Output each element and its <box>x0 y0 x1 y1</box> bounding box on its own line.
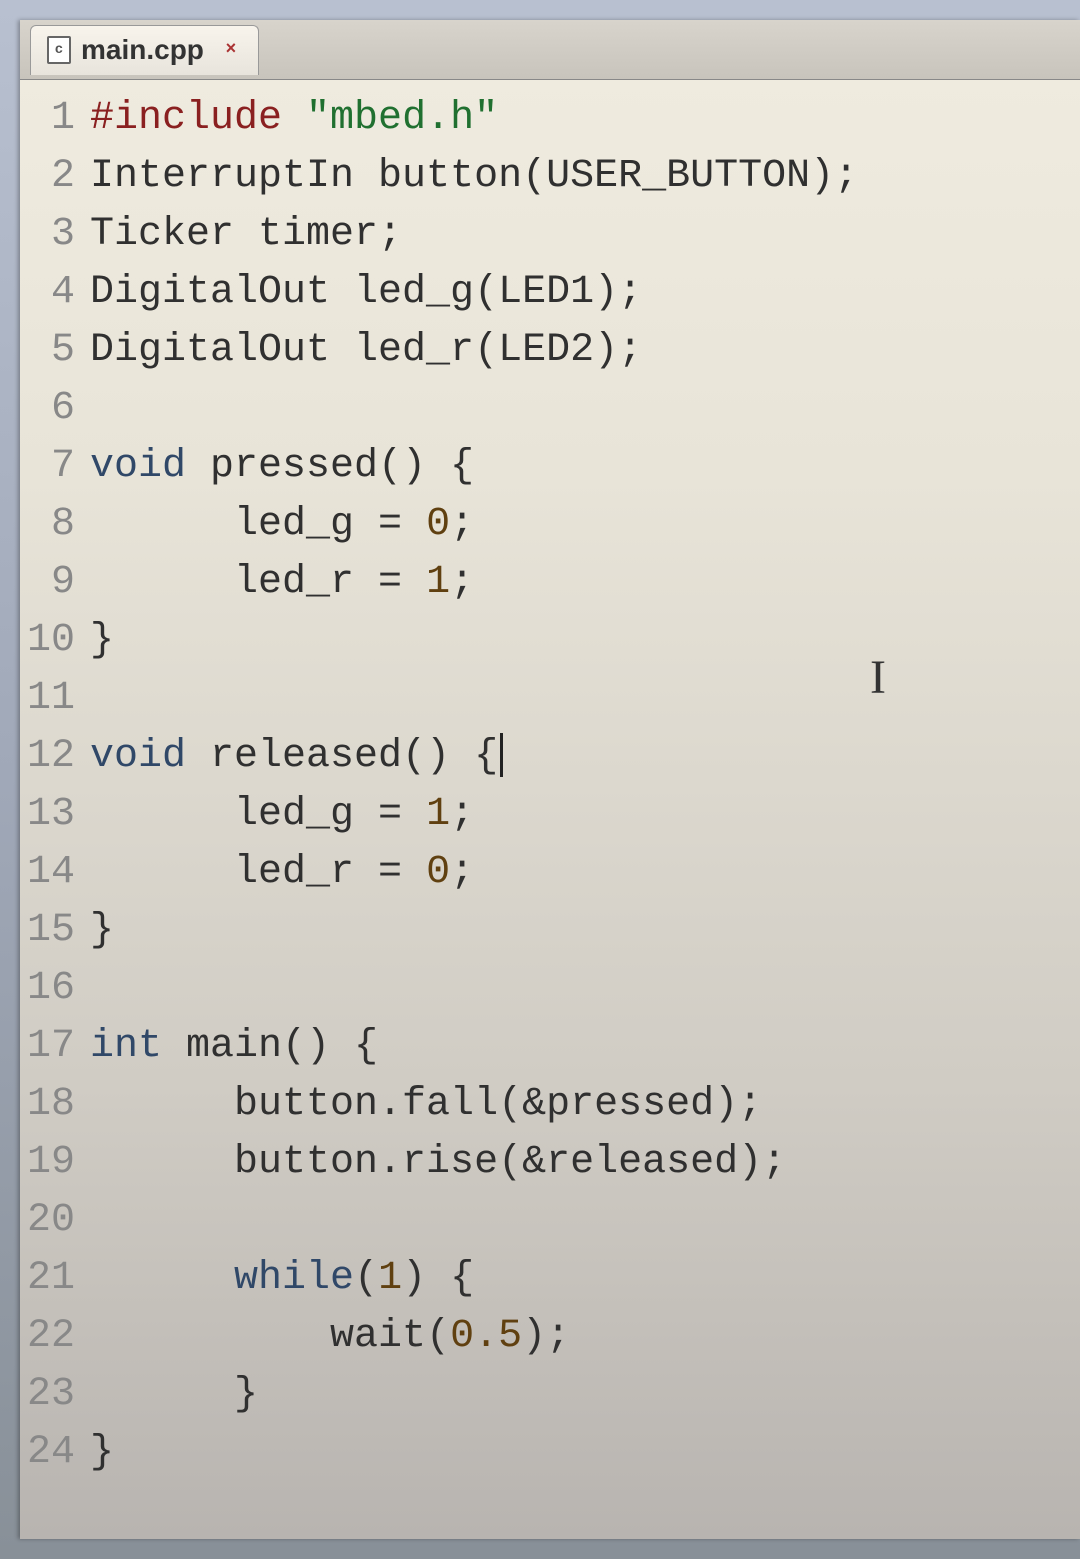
line-number: 18 <box>20 1076 75 1134</box>
code-token: DigitalOut led_g(LED1); <box>90 270 642 315</box>
code-line[interactable]: while(1) { <box>90 1250 1080 1308</box>
code-token: int <box>90 1024 162 1069</box>
code-token: } <box>90 908 114 953</box>
code-token: void <box>90 734 186 779</box>
code-area[interactable]: 123456789101112131415161718192021222324 … <box>20 80 1080 1482</box>
code-line[interactable]: void pressed() { <box>90 438 1080 496</box>
code-token: ; <box>450 850 474 895</box>
line-number: 7 <box>20 438 75 496</box>
code-line[interactable]: } <box>90 1424 1080 1482</box>
code-line[interactable] <box>90 670 1080 728</box>
code-token: void <box>90 444 186 489</box>
code-line[interactable]: int main() { <box>90 1018 1080 1076</box>
code-token: } <box>90 1372 258 1417</box>
code-token: ; <box>450 792 474 837</box>
code-line[interactable]: led_g = 1; <box>90 786 1080 844</box>
code-line[interactable]: led_r = 0; <box>90 844 1080 902</box>
code-token: 1 <box>426 792 450 837</box>
line-number: 23 <box>20 1366 75 1424</box>
code-line[interactable]: } <box>90 1366 1080 1424</box>
editor-container: c main.cpp × 123456789101112131415161718… <box>20 20 1080 1539</box>
code-token: 1 <box>378 1256 402 1301</box>
code-token: #include <box>90 96 306 141</box>
line-number: 4 <box>20 264 75 322</box>
close-icon[interactable]: × <box>220 39 242 61</box>
line-number: 24 <box>20 1424 75 1482</box>
line-number: 17 <box>20 1018 75 1076</box>
code-token <box>90 1256 234 1301</box>
code-line[interactable]: InterruptIn button(USER_BUTTON); <box>90 148 1080 206</box>
code-line[interactable]: void released() { <box>90 728 1080 786</box>
code-line[interactable]: DigitalOut led_r(LED2); <box>90 322 1080 380</box>
code-token: button.fall(&pressed); <box>90 1082 762 1127</box>
code-token: main() { <box>162 1024 378 1069</box>
code-token: ( <box>354 1256 378 1301</box>
text-cursor-icon: I <box>870 650 886 705</box>
code-token: 0.5 <box>450 1314 522 1359</box>
line-number: 8 <box>20 496 75 554</box>
code-token: ; <box>450 502 474 547</box>
line-number: 9 <box>20 554 75 612</box>
tab-filename: main.cpp <box>81 34 204 66</box>
code-line[interactable]: wait(0.5); <box>90 1308 1080 1366</box>
code-token: InterruptIn button(USER_BUTTON); <box>90 154 858 199</box>
code-line[interactable] <box>90 380 1080 438</box>
code-token: led_r = <box>90 560 426 605</box>
code-line[interactable] <box>90 960 1080 1018</box>
code-token: ); <box>522 1314 570 1359</box>
code-line[interactable]: DigitalOut led_g(LED1); <box>90 264 1080 322</box>
code-token: } <box>90 1430 114 1475</box>
line-number: 19 <box>20 1134 75 1192</box>
code-line[interactable]: } <box>90 612 1080 670</box>
code-line[interactable] <box>90 1192 1080 1250</box>
code-line[interactable]: } <box>90 902 1080 960</box>
code-token: released() { <box>186 734 498 779</box>
code-token: Ticker timer; <box>90 212 402 257</box>
code-token: led_g = <box>90 502 426 547</box>
code-token: button.rise(&released); <box>90 1140 786 1185</box>
code-token: led_r = <box>90 850 426 895</box>
code-token: 0 <box>426 502 450 547</box>
code-token: } <box>90 618 114 663</box>
code-line[interactable]: led_g = 0; <box>90 496 1080 554</box>
line-number: 15 <box>20 902 75 960</box>
line-number: 1 <box>20 90 75 148</box>
line-number: 12 <box>20 728 75 786</box>
line-number: 14 <box>20 844 75 902</box>
file-type-icon: c <box>47 36 71 64</box>
line-number: 5 <box>20 322 75 380</box>
line-number: 13 <box>20 786 75 844</box>
code-token: "mbed.h" <box>306 96 498 141</box>
line-number: 22 <box>20 1308 75 1366</box>
line-number: 2 <box>20 148 75 206</box>
tab-bar: c main.cpp × <box>20 20 1080 80</box>
code-line[interactable]: Ticker timer; <box>90 206 1080 264</box>
code-line[interactable]: button.rise(&released); <box>90 1134 1080 1192</box>
line-number: 6 <box>20 380 75 438</box>
text-caret <box>500 733 503 777</box>
code-content[interactable]: #include "mbed.h" InterruptIn button(USER… <box>90 90 1080 1482</box>
code-line[interactable]: led_r = 1; <box>90 554 1080 612</box>
line-number-gutter: 123456789101112131415161718192021222324 <box>20 90 90 1482</box>
line-number: 21 <box>20 1250 75 1308</box>
code-token: 1 <box>426 560 450 605</box>
code-token: ; <box>450 560 474 605</box>
code-token: wait( <box>90 1314 450 1359</box>
code-token: DigitalOut led_r(LED2); <box>90 328 642 373</box>
line-number: 3 <box>20 206 75 264</box>
code-line[interactable]: button.fall(&pressed); <box>90 1076 1080 1134</box>
line-number: 10 <box>20 612 75 670</box>
line-number: 11 <box>20 670 75 728</box>
line-number: 20 <box>20 1192 75 1250</box>
code-token: while <box>234 1256 354 1301</box>
code-token: pressed() { <box>186 444 474 489</box>
file-tab[interactable]: c main.cpp × <box>30 25 259 75</box>
code-token: led_g = <box>90 792 426 837</box>
line-number: 16 <box>20 960 75 1018</box>
code-line[interactable]: #include "mbed.h" <box>90 90 1080 148</box>
code-token: 0 <box>426 850 450 895</box>
code-token: ) { <box>402 1256 474 1301</box>
